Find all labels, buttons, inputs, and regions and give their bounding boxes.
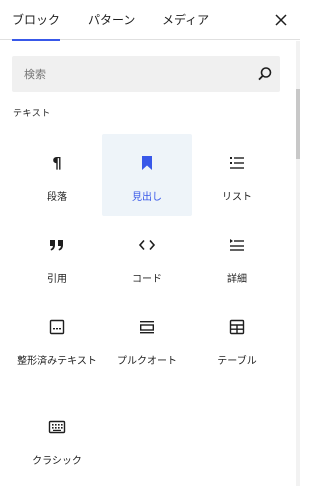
keyboard-icon [47, 417, 67, 437]
block-label: 詳細 [227, 274, 247, 285]
search-box [12, 56, 280, 92]
block-label: プルクオート [117, 356, 177, 367]
block-label: コード [132, 274, 162, 285]
block-classic[interactable]: クラシック [12, 398, 102, 480]
block-paragraph[interactable]: ¶ 段落 [12, 134, 102, 216]
block-table[interactable]: テーブル [192, 298, 282, 380]
tab-patterns[interactable]: パターン [88, 0, 135, 40]
quote-icon [47, 235, 67, 255]
tab-media[interactable]: メディア [162, 0, 209, 40]
block-quote[interactable]: 引用 [12, 216, 102, 298]
table-icon [227, 317, 247, 337]
scrollbar[interactable] [296, 41, 300, 486]
search-icon[interactable] [256, 65, 274, 83]
paragraph-icon: ¶ [52, 154, 62, 172]
block-label: クラシック [32, 456, 82, 467]
block-details[interactable]: 詳細 [192, 216, 282, 298]
section-title: テキスト [13, 109, 51, 119]
block-pullquote[interactable]: プルクオート [102, 298, 192, 380]
tab-blocks[interactable]: ブロック [12, 0, 61, 41]
scrollbar-thumb[interactable] [296, 89, 300, 159]
preformatted-icon [47, 317, 67, 337]
code-icon [137, 235, 157, 255]
block-label: テーブル [217, 356, 257, 367]
block-list[interactable]: リスト [192, 134, 282, 216]
tab-bar: ブロック パターン メディア [0, 0, 300, 41]
block-heading[interactable]: 見出し [102, 134, 192, 216]
block-preformatted[interactable]: 整形済みテキスト [12, 298, 102, 380]
pullquote-icon [137, 317, 157, 337]
block-label: 見出し [132, 192, 162, 203]
close-button[interactable] [270, 9, 292, 31]
block-label: 整形済みテキスト [17, 356, 97, 367]
search-input[interactable] [12, 56, 242, 92]
block-label: リスト [222, 192, 252, 203]
close-icon [275, 14, 287, 26]
bookmark-icon [137, 153, 157, 173]
details-icon [227, 235, 247, 255]
list-icon [227, 153, 247, 173]
block-label: 段落 [47, 192, 67, 203]
block-label: 引用 [47, 274, 67, 285]
block-code[interactable]: コード [102, 216, 192, 298]
